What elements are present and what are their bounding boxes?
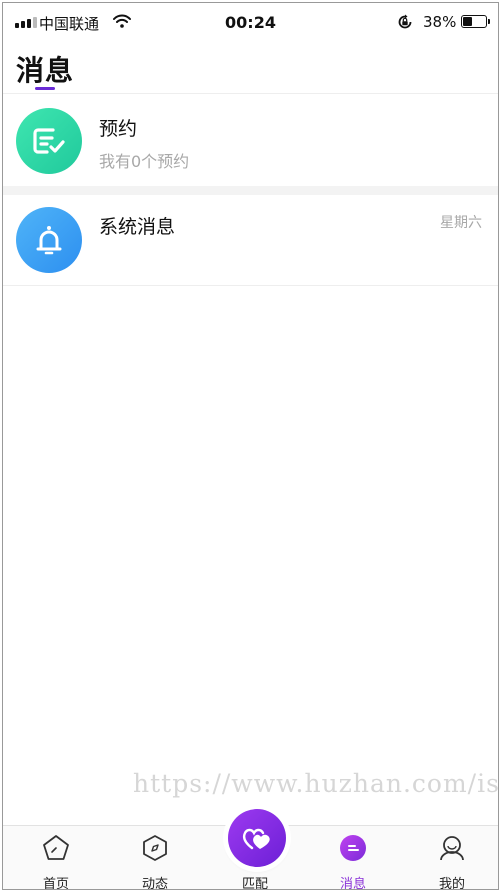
list-item-system-messages[interactable]: 系统消息 星期六 — [3, 195, 498, 287]
tab-messages[interactable]: 消息 — [313, 826, 393, 890]
page-title: 消息 — [16, 54, 75, 87]
home-pentagon-icon — [43, 835, 69, 860]
list-item-subtitle: 我有0个预约 — [99, 152, 190, 171]
message-icon — [340, 835, 366, 861]
status-bar: 中国联通 00:24 38% — [3, 3, 498, 43]
system-avatar — [16, 207, 82, 273]
tab-label: 动态 — [141, 877, 168, 890]
battery-icon — [461, 15, 490, 28]
match-button[interactable] — [228, 809, 286, 867]
battery-fill — [463, 17, 473, 26]
list-item-appointment[interactable]: 预约 我有0个预约 — [3, 94, 498, 186]
appointment-avatar — [16, 108, 82, 174]
divider — [3, 285, 498, 286]
tab-label: 首页 — [42, 877, 69, 890]
tab-label: 消息 — [339, 877, 366, 890]
profile-icon — [440, 836, 464, 861]
hearts-icon — [242, 828, 270, 850]
tab-label: 匹配 — [241, 877, 268, 890]
compass-icon — [143, 835, 167, 861]
section-separator — [3, 186, 498, 195]
rotation-lock-icon — [398, 14, 412, 29]
calendar-check-icon — [33, 128, 65, 154]
list-item-title: 预约 — [99, 118, 138, 140]
tab-profile[interactable]: 我的 — [412, 826, 492, 890]
phone-screen: 中国联通 00:24 38% 消息 预约 我有0个预约 系统消息 星期六 htt… — [2, 2, 499, 890]
battery-percent: 38% — [423, 13, 457, 31]
list-item-title: 系统消息 — [99, 216, 176, 238]
list-item-time: 星期六 — [440, 215, 482, 231]
title-underline — [35, 87, 55, 90]
watermark: https://www.huzhan.com/ishc — [133, 769, 499, 798]
bell-icon — [36, 226, 62, 255]
tab-home[interactable]: 首页 — [16, 826, 96, 890]
tab-feed[interactable]: 动态 — [115, 826, 195, 890]
tab-label: 我的 — [438, 877, 465, 890]
